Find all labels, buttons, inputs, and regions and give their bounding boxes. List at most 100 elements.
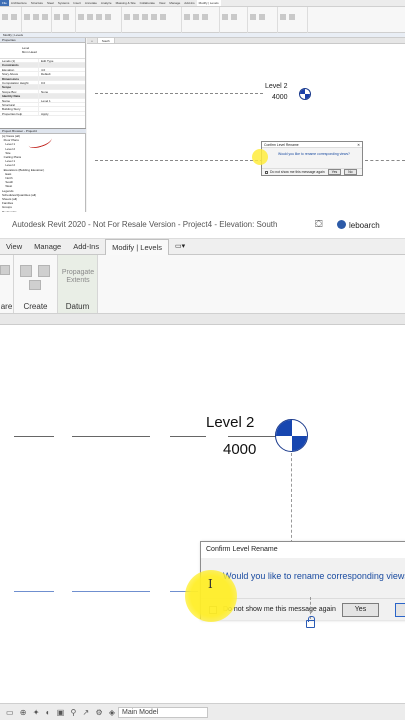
no-button[interactable]: No	[395, 603, 405, 617]
overview-ribbon-tabs: File Architecture Structure Steel System…	[0, 0, 405, 7]
level-2-line-segment[interactable]	[72, 436, 150, 437]
cart-icon[interactable]: ⛋	[315, 219, 323, 230]
level-2-name-label[interactable]: Level 2	[206, 414, 254, 431]
overview-tab-insert[interactable]: Insert	[71, 0, 83, 6]
selection-count[interactable]: Levels (1)	[0, 59, 38, 63]
overview-yes-button[interactable]: Yes	[327, 169, 342, 175]
overview-tab-annotate[interactable]: Annotate	[83, 0, 99, 6]
view-tab-south[interactable]: South	[97, 38, 115, 43]
ribbon-panel: are Create Propagate Extents Datum	[0, 255, 405, 313]
properties-value[interactable]: Level 1	[38, 98, 85, 103]
overview-tab-collaborate[interactable]: Collaborate	[138, 0, 157, 6]
edit-type-button[interactable]: Edit Type	[38, 59, 85, 63]
level-extent-line	[291, 453, 292, 543]
ribbon-group-previous-label: are	[0, 302, 13, 311]
view-control-icons[interactable]: ▭ ⊕ ✦ ◐ ▣ ⚲ ↗ ⚙ ◈	[6, 708, 117, 717]
overview-tab-systems[interactable]: Systems	[56, 0, 72, 6]
user-name[interactable]: leboarch	[349, 221, 380, 230]
level-1-line-segment[interactable]	[72, 591, 150, 592]
close-icon[interactable]: ✕	[357, 143, 360, 147]
zoomed-drawing-canvas[interactable]: Level 2 4000 Confirm Level Rename Would …	[0, 325, 405, 703]
overview-level-2-name[interactable]: Level 2	[265, 83, 288, 90]
overview-tab-file[interactable]: File	[0, 0, 9, 6]
ribbon-group-datum: Propagate Extents Datum	[58, 255, 98, 313]
zoomed-ribbon: Autodesk Revit 2020 - Not For Resale Ver…	[0, 212, 405, 325]
level-2-line-segment[interactable]	[14, 436, 54, 437]
overview-tab-massing[interactable]: Massing & Site	[114, 0, 138, 6]
properties-value	[38, 63, 85, 67]
properties-key: Identity Data	[2, 94, 21, 99]
properties-key: Name	[2, 98, 11, 103]
tab-view[interactable]: View	[0, 239, 28, 255]
overview-ribbon-group[interactable]	[122, 7, 182, 33]
overview-tab-manage[interactable]: Manage	[167, 0, 182, 6]
overview-screenshot: File Architecture Structure Steel System…	[0, 0, 405, 212]
overview-ribbon-group[interactable]	[76, 7, 122, 33]
overview-tab-view[interactable]: View	[157, 0, 167, 6]
overview-level-2-elevation[interactable]: 4000	[272, 94, 288, 101]
properties-value[interactable]: Default	[38, 72, 85, 76]
overview-level-2-line[interactable]	[95, 93, 263, 94]
overview-level-1-line[interactable]	[95, 160, 263, 161]
overview-dont-show-checkbox[interactable]	[265, 170, 268, 174]
tab-add-ins[interactable]: Add-Ins	[67, 239, 105, 255]
overview-dont-show-label: Do not show me this message again	[270, 170, 325, 174]
level-head-icon[interactable]	[275, 419, 308, 452]
view-tab-start[interactable]: ⌂	[87, 38, 98, 43]
overview-ribbon-group[interactable]	[52, 7, 76, 33]
properties-value[interactable]	[38, 107, 85, 111]
tab-manage[interactable]: Manage	[28, 239, 67, 255]
level-1-line-segment[interactable]	[14, 591, 54, 592]
overview-ribbon-group[interactable]	[182, 7, 220, 33]
overview-confirm-dialog: Confirm Level Rename ✕ Would you like to…	[261, 141, 363, 176]
similar-icon[interactable]	[29, 280, 41, 290]
overview-ribbon-group[interactable]	[22, 7, 52, 33]
properties-value[interactable]	[38, 102, 85, 107]
title-bar: Autodesk Revit 2020 - Not For Resale Ver…	[0, 212, 405, 239]
user-avatar[interactable]	[337, 220, 346, 229]
overview-view-tabs: ⌂ South	[87, 38, 405, 44]
overview-level-1-line-end	[365, 160, 405, 161]
ribbon-group-create: Create	[14, 255, 58, 313]
overview-no-button[interactable]: No	[344, 169, 357, 175]
properties-key: Scope Box	[2, 89, 17, 94]
lock-icon[interactable]	[306, 616, 315, 628]
apply-button[interactable]: Apply	[38, 111, 85, 116]
properties-value[interactable]: None	[38, 89, 85, 94]
overview-ribbon-group[interactable]	[0, 7, 22, 33]
properties-value[interactable]: 4.0	[38, 67, 85, 72]
propagate-extents-button[interactable]: Propagate Extents	[60, 269, 96, 285]
active-model-select[interactable]: Main Model	[118, 707, 208, 718]
overview-ribbon-group[interactable]	[248, 7, 278, 33]
array-icon[interactable]	[38, 265, 50, 277]
overview-tab-analyze[interactable]: Analyze	[99, 0, 114, 6]
level-2-elevation-label[interactable]: 4000	[223, 441, 256, 458]
properties-key: Building Story	[2, 107, 21, 112]
ribbon-dropdown-icon[interactable]: ▭▾	[169, 239, 191, 254]
copy-icon[interactable]	[20, 265, 32, 277]
level-2-line-segment[interactable]	[228, 436, 276, 437]
properties-value	[38, 94, 85, 98]
dialog-question: Would you like to rename corresponding v…	[223, 571, 405, 581]
level-2-line-segment[interactable]	[170, 436, 206, 437]
overview-tab-architecture[interactable]: Architecture	[9, 0, 29, 6]
ribbon-bottom-strip	[0, 313, 405, 324]
text-cursor-icon: I	[208, 577, 213, 591]
properties-key: Elevation	[2, 67, 15, 72]
window-title: Autodesk Revit 2020 - Not For Resale Ver…	[12, 220, 278, 229]
properties-help-link[interactable]: Properties help	[0, 112, 38, 116]
overview-ribbon-group[interactable]	[220, 7, 248, 33]
overview-drawing-canvas[interactable]: ⌂ South Level 2 4000 Confirm Level Renam…	[87, 38, 405, 212]
ribbon-group-previous[interactable]: are	[0, 255, 14, 313]
properties-value[interactable]: 0.0	[38, 80, 85, 85]
overview-tab-steel[interactable]: Steel	[45, 0, 56, 6]
overview-tab-addins[interactable]: Add-Ins	[182, 0, 196, 6]
overview-tab-structure[interactable]: Structure	[29, 0, 45, 6]
type-selector[interactable]: Level 8mm Head	[0, 43, 85, 59]
tab-modify-levels[interactable]: Modify | Levels	[105, 239, 169, 255]
overview-tab-modify-levels[interactable]: Modify | Levels	[196, 0, 221, 6]
ribbon-group-datum-label: Datum	[65, 302, 90, 311]
overview-ribbon-group[interactable]	[278, 7, 308, 33]
paint-icon[interactable]	[0, 265, 10, 275]
yes-button[interactable]: Yes	[342, 603, 379, 617]
